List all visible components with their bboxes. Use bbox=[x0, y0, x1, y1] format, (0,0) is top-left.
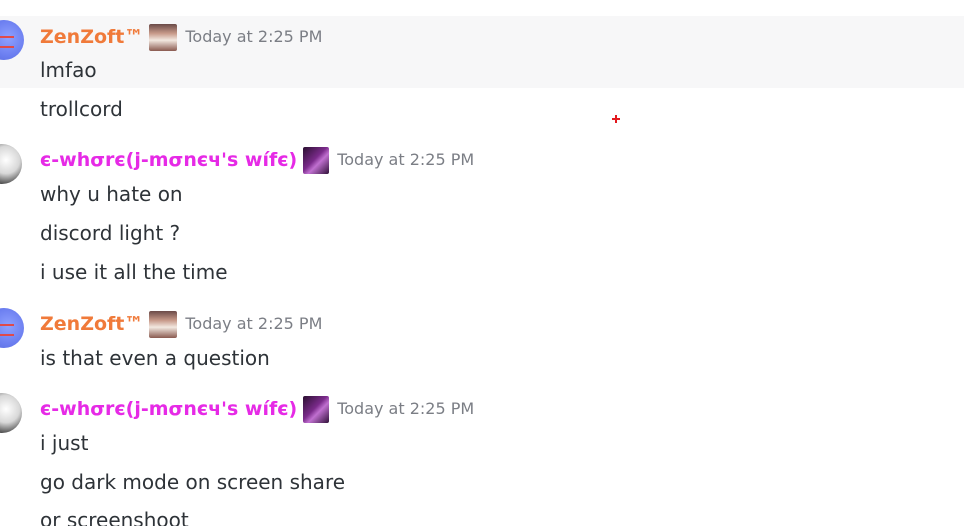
message-header: є-whσrє(j-mσnєч's wífє) Today at 2:25 PM bbox=[40, 146, 475, 174]
message-timestamp: Today at 2:25 PM bbox=[185, 27, 323, 46]
author-name[interactable]: ZenZoft™ bbox=[40, 24, 143, 50]
user-avatar[interactable] bbox=[0, 144, 22, 184]
author-name[interactable]: є-whσrє(j-mσnєч's wífє) bbox=[40, 147, 297, 173]
message-text: lmfao bbox=[40, 58, 97, 82]
message-header: ZenZoft™ Today at 2:25 PM bbox=[40, 310, 323, 338]
profile-image-badge-icon bbox=[303, 395, 330, 423]
face-emoji-badge-icon bbox=[149, 310, 178, 338]
mouse-cursor-icon bbox=[612, 115, 620, 123]
profile-image-badge-icon bbox=[303, 146, 330, 174]
message-text: i use it all the time bbox=[40, 260, 228, 284]
message-text: i just bbox=[40, 431, 89, 455]
chat-message-list: ZenZoft™ Today at 2:25 PM lmfao trollcor… bbox=[0, 0, 964, 526]
message-text: go dark mode on screen share bbox=[40, 470, 346, 494]
message-header: ZenZoft™ Today at 2:25 PM bbox=[40, 23, 323, 51]
author-name[interactable]: є-whσrє(j-mσnєч's wífє) bbox=[40, 396, 297, 422]
message-header: є-whσrє(j-mσnєч's wífє) Today at 2:25 PM bbox=[40, 395, 475, 423]
message-timestamp: Today at 2:25 PM bbox=[337, 150, 475, 169]
message-text: is that even a question bbox=[40, 346, 270, 370]
message-text: discord light ? bbox=[40, 221, 181, 245]
message-timestamp: Today at 2:25 PM bbox=[185, 314, 323, 333]
message-timestamp: Today at 2:25 PM bbox=[337, 399, 475, 418]
author-name[interactable]: ZenZoft™ bbox=[40, 311, 143, 337]
message-text: trollcord bbox=[40, 97, 123, 121]
message-text: or screenshoot bbox=[40, 508, 189, 526]
user-avatar[interactable] bbox=[0, 308, 24, 348]
face-emoji-badge-icon bbox=[149, 23, 178, 51]
message-text: why u hate on bbox=[40, 182, 183, 206]
user-avatar[interactable] bbox=[0, 393, 22, 433]
